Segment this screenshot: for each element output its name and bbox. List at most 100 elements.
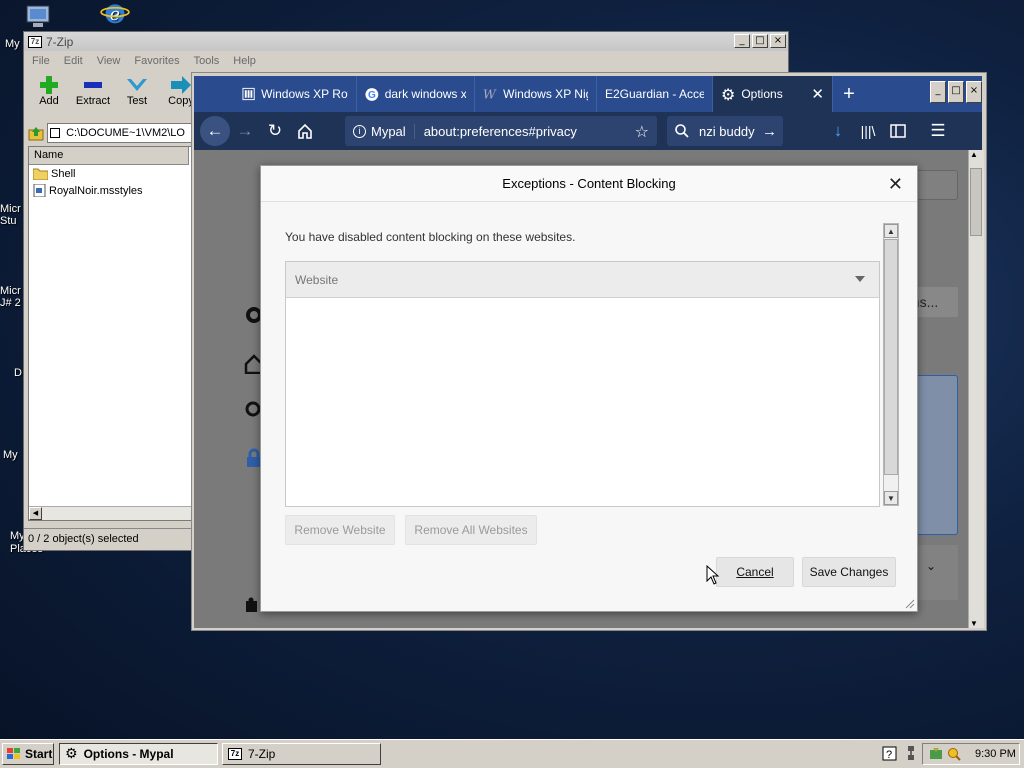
desktop-icon-my[interactable]: My [3, 449, 18, 461]
back-button[interactable]: ← [200, 116, 230, 146]
file-icon [33, 184, 46, 197]
search-tray-icon[interactable] [947, 747, 961, 761]
clock[interactable]: 9:30 PM [975, 748, 1016, 760]
sevenzip-path-text: C:\DOCUME~1\VM2\LO [66, 127, 185, 139]
sevenzip-status: 0 / 2 object(s) selected [24, 528, 194, 548]
sevenzip-path-field[interactable]: C:\DOCUME~1\VM2\LO [47, 123, 194, 143]
sort-arrow-icon [855, 276, 865, 282]
tab-title: Options [741, 87, 783, 101]
search-box[interactable]: nzi buddy → [667, 116, 783, 146]
tab-close-icon[interactable]: ✕ [811, 85, 824, 103]
help-icon[interactable]: ? [882, 746, 897, 761]
sevenzip-titlebar[interactable]: 7z 7-Zip [24, 32, 788, 51]
sevenzip-file-list: Name Shell RoyalNoir.msstyles ◀ [28, 146, 192, 521]
desktop-icon-label: Micr J# 2 [0, 285, 21, 309]
scroll-thumb[interactable] [970, 168, 982, 236]
dialog-close-button[interactable]: ✕ [888, 174, 903, 195]
minimize-button[interactable]: _ [734, 34, 750, 48]
close-button[interactable]: × [770, 34, 786, 48]
copy-label: Copy [168, 95, 194, 107]
sidebar-button[interactable] [883, 116, 913, 146]
mouse-cursor-icon [706, 565, 720, 585]
network-icon[interactable] [905, 745, 917, 762]
task-label: 7-Zip [248, 747, 276, 761]
tab-windows-xp-night[interactable]: W Windows XP Nigh [475, 76, 597, 112]
test-button[interactable]: Test [118, 71, 156, 113]
tab-e2guardian[interactable]: E2Guardian - Access [597, 76, 713, 112]
menu-view[interactable]: View [97, 55, 121, 67]
plus-icon [40, 76, 58, 94]
gear-icon: ⚙ [721, 84, 736, 104]
taskbar-item-mypal[interactable]: ⚙ Options - Mypal [59, 743, 218, 765]
home-button[interactable] [290, 116, 320, 146]
website-list: Website [285, 261, 880, 507]
browser-vertical-scrollbar[interactable]: ▲ ▼ [968, 150, 984, 628]
search-go-icon[interactable]: → [762, 123, 777, 140]
scroll-up-button[interactable]: ▲ [884, 224, 898, 238]
browser-close-button[interactable]: × [966, 81, 982, 103]
folder-up-icon[interactable] [28, 125, 44, 141]
menu-favorites[interactable]: Favorites [134, 55, 179, 67]
save-changes-button[interactable]: Save Changes [802, 557, 896, 587]
cancel-button[interactable]: Cancel [716, 557, 794, 587]
home-icon [298, 123, 312, 139]
remove-website-button[interactable]: Remove Website [285, 515, 395, 545]
remove-all-websites-button[interactable]: Remove All Websites [405, 515, 537, 545]
svg-text:G: G [368, 90, 376, 101]
new-tab-button[interactable]: + [833, 76, 865, 112]
desktop-icon-micr-j[interactable]: Micr J# 2 [0, 285, 24, 309]
column-header-name[interactable]: Name [29, 147, 189, 165]
menu-tools[interactable]: Tools [194, 55, 220, 67]
library-button[interactable]: |||\ [853, 116, 883, 146]
browser-minimize-button[interactable]: _ [930, 81, 946, 103]
resize-grip-icon[interactable] [903, 597, 915, 609]
sevenzip-title: 7-Zip [46, 34, 74, 49]
tab-title: Windows XP Nigh [503, 87, 588, 101]
menu-edit[interactable]: Edit [64, 55, 83, 67]
browser-icon: ⚙ [65, 746, 78, 762]
scroll-down-button[interactable]: ▼ [884, 491, 898, 505]
downloads-button[interactable]: ↓ [823, 116, 853, 146]
url-bar[interactable]: i Mypal about:preferences#privacy ☆ [345, 116, 657, 146]
exceptions-dialog: Exceptions - Content Blocking ✕ You have… [260, 165, 918, 612]
desktop-icon-label: Micr Stu [0, 203, 21, 227]
start-button[interactable]: Start [2, 743, 54, 765]
cancel-label: Cancel [736, 565, 774, 579]
archive-icon [50, 128, 60, 139]
horizontal-scrollbar[interactable]: ◀ [29, 506, 191, 520]
search-icon [675, 124, 689, 138]
arrow-right-icon [171, 76, 191, 94]
sevenzip-menubar: File Edit View Favorites Tools Help [24, 51, 788, 71]
column-header-label: Website [295, 272, 339, 287]
add-button[interactable]: Add [30, 71, 68, 113]
browser-maximize-button[interactable]: □ [948, 81, 964, 103]
tab-title: E2Guardian - Access [605, 87, 704, 101]
list-item[interactable]: RoyalNoir.msstyles [29, 182, 191, 199]
bookmark-star-icon[interactable]: ☆ [635, 122, 649, 141]
column-header-website[interactable]: Website [286, 262, 879, 298]
maximize-button[interactable]: □ [752, 34, 768, 48]
menu-button[interactable]: ☰ [923, 116, 953, 146]
sevenzip-icon: 7z [228, 748, 242, 760]
list-item[interactable]: Shell [29, 165, 191, 182]
extract-button[interactable]: Extract [74, 71, 112, 113]
desktop-icon-d[interactable]: D [14, 367, 22, 379]
menu-help[interactable]: Help [233, 55, 256, 67]
desktop-icon-micr-stu[interactable]: Micr Stu [0, 203, 24, 227]
tray-app-icon[interactable] [929, 747, 943, 761]
tab-options[interactable]: ⚙ Options ✕ [713, 76, 833, 112]
taskbar-item-7zip[interactable]: 7z 7-Zip [222, 743, 381, 765]
taskbar: Start ⚙ Options - Mypal 7z 7-Zip ? 9:30 … [0, 739, 1024, 768]
forward-button[interactable]: → [230, 116, 260, 146]
desktop-icon-internet-explorer[interactable]: e [100, 0, 134, 30]
tab-title: dark windows xp [384, 87, 466, 101]
desktop-icon-label: My [3, 449, 18, 461]
tab-windows-xp-royal[interactable]: Windows XP Roy [234, 76, 357, 112]
reload-button[interactable]: ↻ [260, 116, 290, 146]
scroll-thumb[interactable] [884, 239, 898, 475]
sevenzip-address-row: C:\DOCUME~1\VM2\LO [28, 122, 194, 144]
menu-file[interactable]: File [32, 55, 50, 67]
plus-icon: + [843, 82, 855, 105]
tab-dark-windows-xp[interactable]: G dark windows xp [357, 76, 475, 112]
dialog-vertical-scrollbar[interactable]: ▲ ▼ [883, 223, 899, 506]
